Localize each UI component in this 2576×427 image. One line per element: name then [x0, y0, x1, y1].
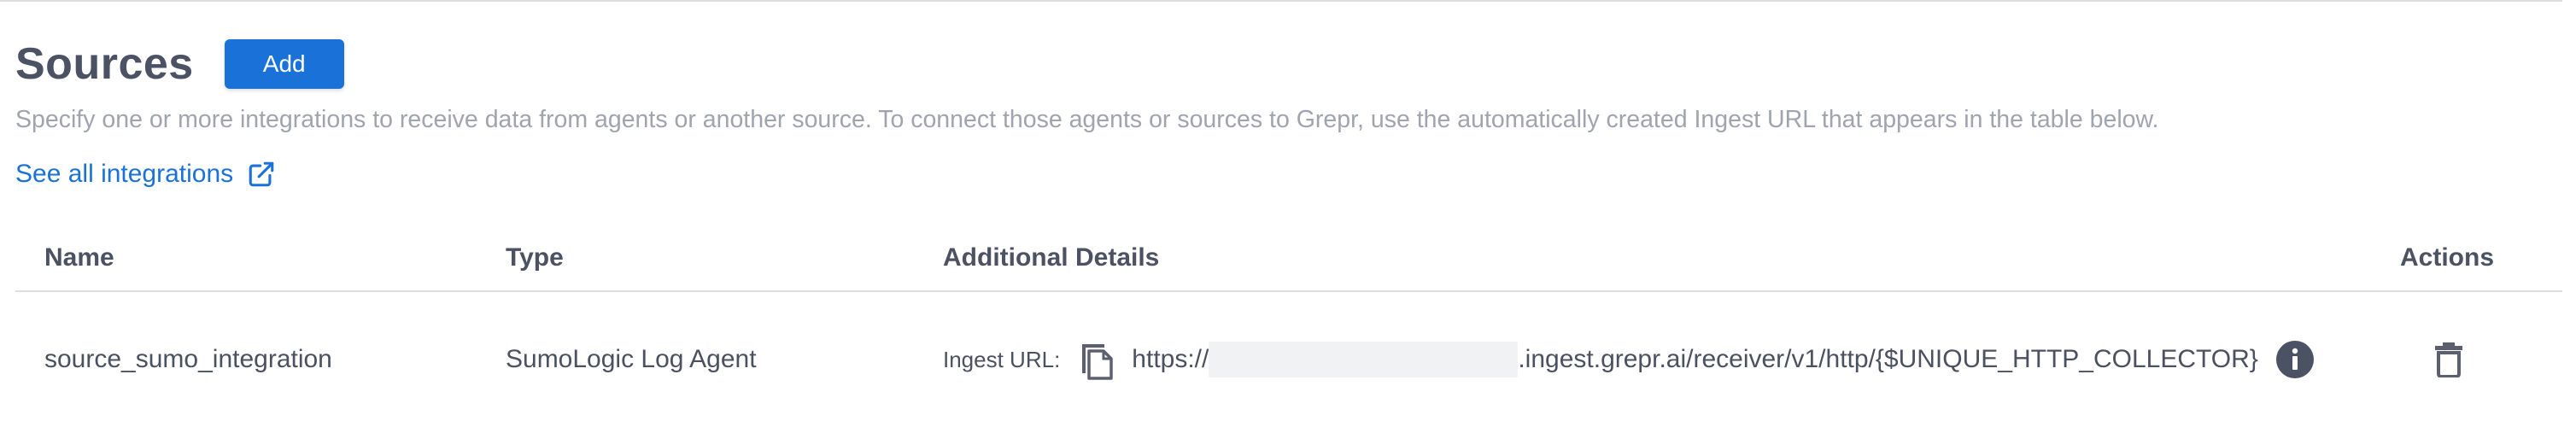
column-header-actions: Actions: [2400, 243, 2495, 272]
ingest-url-label: Ingest URL:: [943, 346, 1061, 372]
see-all-integrations-link[interactable]: See all integrations: [15, 159, 276, 190]
copy-icon: [1082, 344, 1114, 380]
sources-table: Name Type Additional Details Actions sou…: [15, 224, 2562, 427]
ingest-url-prefix: https://: [1132, 345, 1209, 373]
see-all-integrations-label: See all integrations: [15, 160, 234, 188]
source-details-cell: Ingest URL: https:// .ingest.grepr.ai/re…: [943, 292, 2315, 427]
info-icon: [2275, 341, 2314, 378]
source-type-cell: SumoLogic Log Agent: [506, 345, 757, 373]
column-header-details: Additional Details: [943, 243, 1160, 272]
top-divider: [0, 0, 2562, 2]
column-header-name: Name: [44, 243, 114, 272]
table-header: Name Type Additional Details Actions: [15, 224, 2562, 292]
ingest-url-suffix: .ingest.grepr.ai/receiver/v1/http/{$UNIQ…: [1518, 345, 2258, 373]
page-description: Specify one or more integrations to rece…: [15, 106, 2159, 133]
page-title: Sources: [15, 39, 194, 89]
delete-source-button[interactable]: [2434, 342, 2463, 377]
source-name-cell: source_sumo_integration: [44, 345, 332, 373]
column-header-type: Type: [506, 243, 564, 272]
table-row: source_sumo_integration SumoLogic Log Ag…: [15, 292, 2562, 427]
copy-url-button[interactable]: [1079, 339, 1115, 380]
trash-icon: [2435, 342, 2462, 377]
redacted-url-segment: [1209, 342, 1519, 377]
actions-cell: [2400, 292, 2463, 427]
info-button[interactable]: [2275, 340, 2315, 379]
add-source-button[interactable]: Add: [224, 39, 344, 89]
page-header: Sources Add: [15, 34, 344, 94]
external-link-icon: [249, 161, 274, 187]
